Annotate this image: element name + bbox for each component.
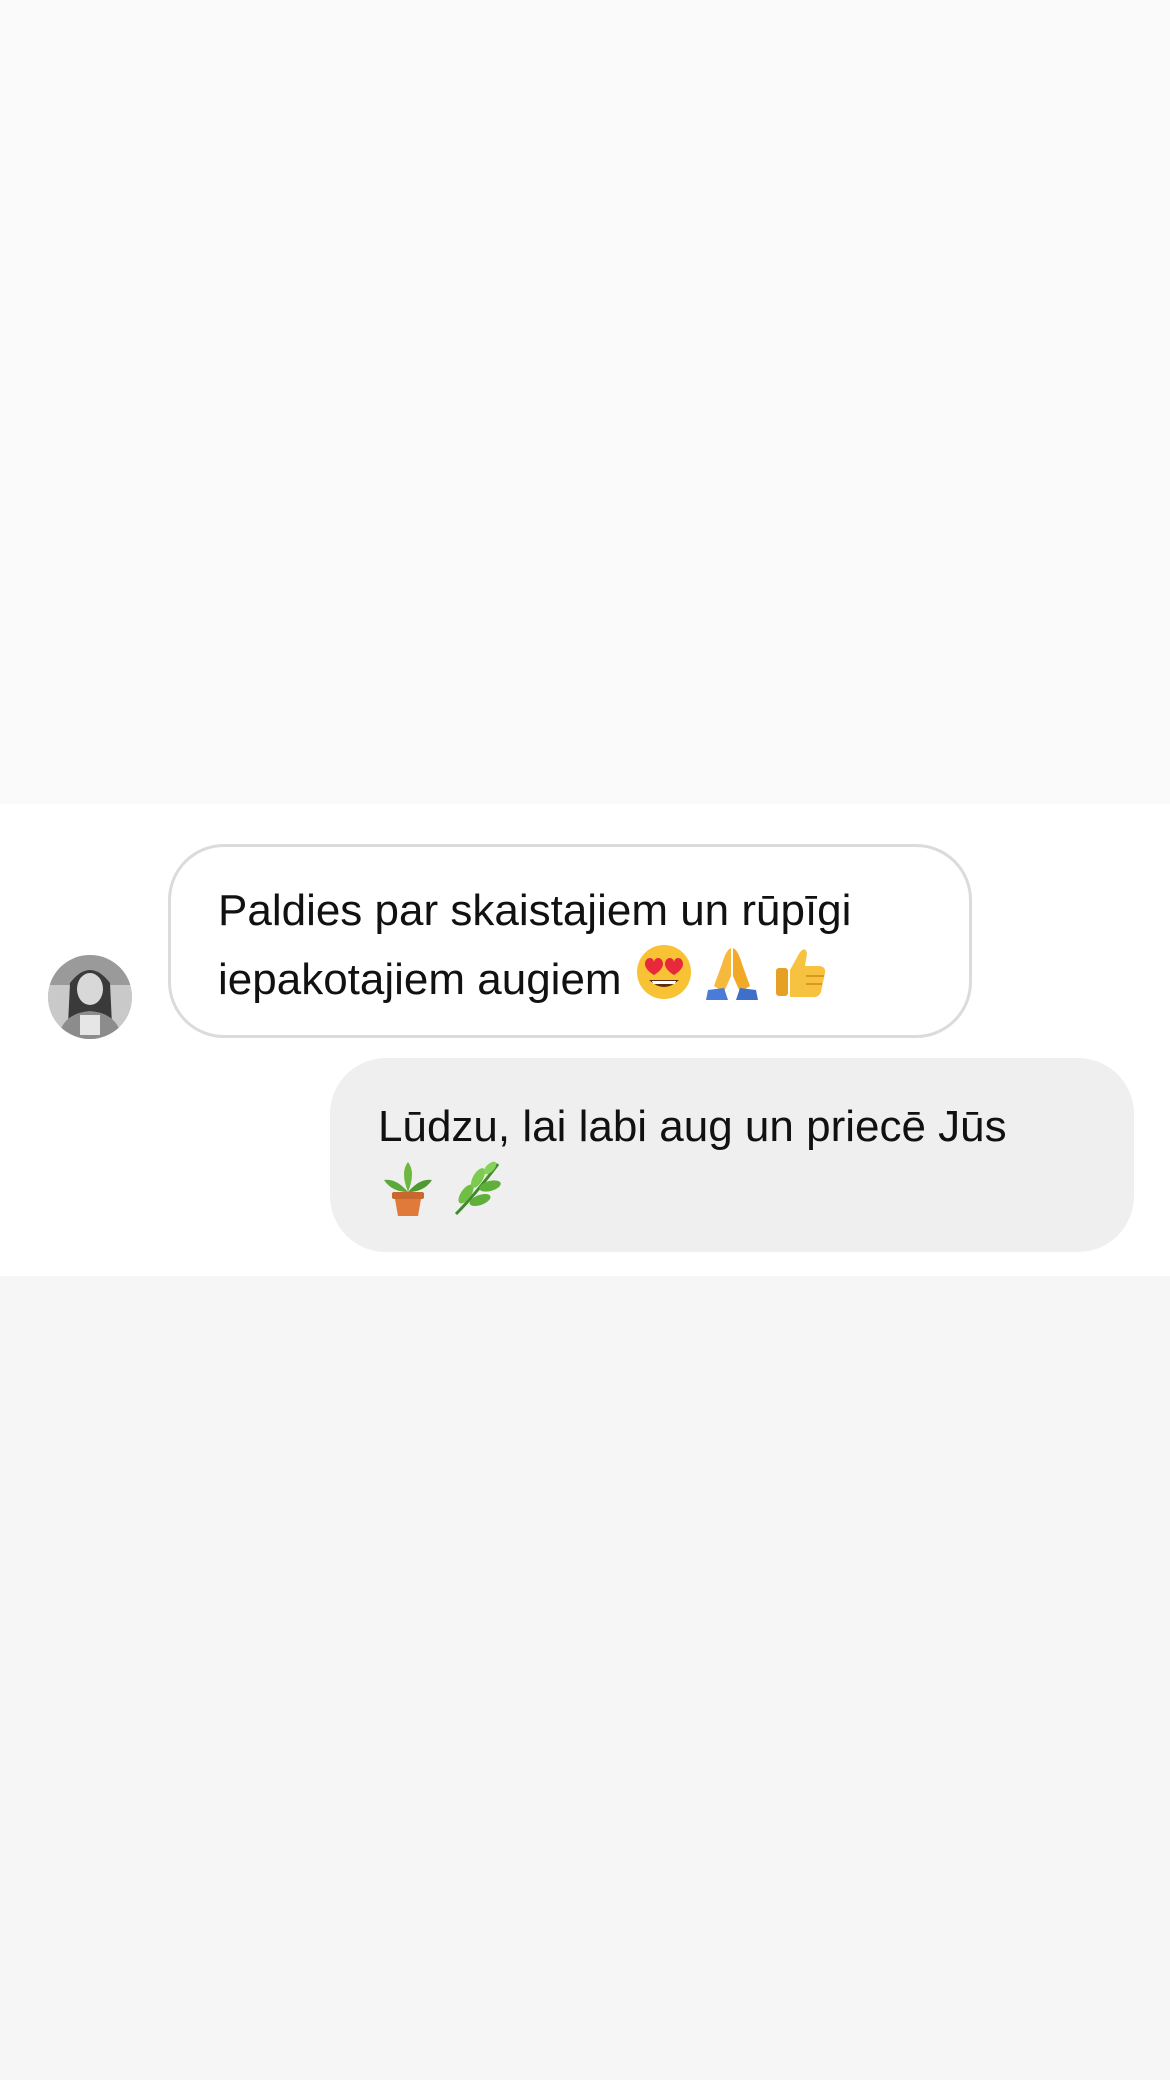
outgoing-message-text: Lūdzu, lai labi aug un priecē Jūs: [378, 1102, 1007, 1151]
blank-top-area: [0, 0, 1170, 804]
incoming-message-text: Paldies par skaistajiem un rūpīgi iepako…: [218, 886, 864, 1004]
heart-eyes-emoji-icon: [634, 942, 694, 1002]
outgoing-message-bubble[interactable]: Lūdzu, lai labi aug un priecē Jūs: [330, 1058, 1134, 1252]
sender-avatar[interactable]: [48, 955, 132, 1039]
folded-hands-emoji-icon: [702, 942, 762, 1002]
potted-plant-emoji-icon: [378, 1158, 438, 1218]
thumbs-up-emoji-icon: [770, 942, 830, 1002]
herb-emoji-icon: [446, 1158, 506, 1218]
blank-bottom-area: [0, 1276, 1170, 2080]
incoming-message-bubble[interactable]: Paldies par skaistajiem un rūpīgi iepako…: [168, 844, 972, 1038]
